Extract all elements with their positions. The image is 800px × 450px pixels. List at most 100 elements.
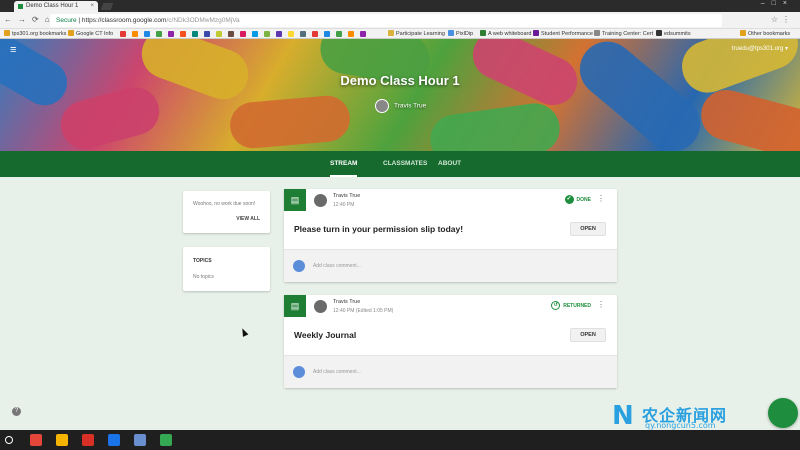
account-switcher[interactable]: truedu@tps301.org ▾ <box>732 45 788 52</box>
secure-label: Secure <box>56 17 77 24</box>
post-author: Travis True <box>333 193 361 199</box>
class-comment-field[interactable]: Add class comment... <box>284 249 617 282</box>
bookmark-favicon-icon <box>448 30 454 36</box>
tab-stream[interactable]: STREAM <box>330 151 358 177</box>
bookmark-favicon-icon[interactable] <box>120 31 126 37</box>
bookmark-item[interactable]: edsummits <box>656 30 691 38</box>
bookmark-item[interactable]: tps301.org bookmarks <box>4 30 66 38</box>
bookmark-favicon-icon[interactable] <box>240 31 246 37</box>
browser-tab-title: Demo Class Hour 1 <box>26 3 79 9</box>
bookmark-favicon-icon[interactable] <box>132 31 138 37</box>
open-button[interactable]: OPEN <box>570 328 606 342</box>
browser-tab[interactable]: Demo Class Hour 1 × <box>14 1 98 12</box>
comment-placeholder: Add class comment... <box>313 369 361 375</box>
tab-classmates[interactable]: CLASSMATES <box>383 151 427 177</box>
comment-placeholder: Add class comment... <box>313 263 361 269</box>
bookmark-item[interactable]: A web whiteboard <box>480 30 531 38</box>
topics-heading: TOPICS <box>193 258 212 264</box>
stream-post: ▤ Travis True 12:40 PM (Edited 1:05 PM) … <box>284 295 617 388</box>
cast-app-icon[interactable] <box>160 434 172 446</box>
photos-app-icon[interactable] <box>134 434 146 446</box>
hamburger-menu-icon[interactable]: ≡ <box>10 44 16 56</box>
mouse-cursor <box>239 327 249 337</box>
bookmark-favicon-icon[interactable] <box>360 31 366 37</box>
launcher-icon[interactable] <box>5 436 13 444</box>
bookmark-favicon-icon[interactable] <box>228 31 234 37</box>
bookmark-favicon-icon <box>388 30 394 36</box>
bookmark-item[interactable]: Other bookmarks <box>740 30 790 38</box>
more-options-icon[interactable]: ⋮ <box>597 300 605 309</box>
upcoming-message: Woohoo, no work due soon! <box>193 201 256 207</box>
bookmark-favicon-icon[interactable] <box>348 31 354 37</box>
bookmark-item[interactable]: Google CT Info <box>68 30 113 38</box>
view-all-link[interactable]: VIEW ALL <box>236 216 260 222</box>
more-options-icon[interactable]: ⋮ <box>597 194 605 203</box>
bookmark-favicon-icon[interactable] <box>288 31 294 37</box>
open-button[interactable]: OPEN <box>570 222 606 236</box>
bookmark-star-and-menu-icons[interactable]: ☆⋮ <box>771 15 794 24</box>
bookmark-favicon-icon[interactable] <box>300 31 306 37</box>
assignment-icon: ▤ <box>284 295 306 317</box>
teacher-chip: Travis True <box>375 99 426 114</box>
status-badge: ✓ DONE <box>564 195 591 204</box>
post-title[interactable]: Weekly Journal <box>294 330 356 340</box>
folder-icon <box>740 30 746 36</box>
bookmark-item[interactable]: Student Performance <box>533 30 593 38</box>
new-tab-button[interactable] <box>100 3 114 10</box>
bookmark-favicon-icon[interactable] <box>276 31 282 37</box>
check-circle-icon: ✓ <box>564 195 574 204</box>
bookmark-favicon-icon[interactable] <box>144 31 150 37</box>
upcoming-card: Woohoo, no work due soon! VIEW ALL <box>183 191 270 233</box>
bookmark-item[interactable]: Participate Learning <box>388 30 445 38</box>
class-tabs: STREAM CLASSMATES ABOUT <box>0 151 800 177</box>
banner-shade <box>0 39 800 151</box>
bookmark-favicon-icon[interactable] <box>336 31 342 37</box>
bookmark-favicon-icon[interactable] <box>192 31 198 37</box>
url-path: /c/NDk3ODMwMzg0MjVa <box>166 17 240 24</box>
post-time: 12:40 PM <box>333 202 355 208</box>
bookmark-favicon-icon[interactable] <box>312 31 318 37</box>
address-bar-row: ←→⟳⌂ Secure | https://classroom.google.c… <box>0 12 800 29</box>
classroom-favicon-icon <box>18 4 23 9</box>
browser-tab-bar: Demo Class Hour 1 × –□× <box>0 0 800 12</box>
status-badge: ↺ RETURNED <box>551 301 591 310</box>
help-icon[interactable]: ? <box>12 407 21 416</box>
bookmark-favicon-icon[interactable] <box>168 31 174 37</box>
bookmark-favicon-icon[interactable] <box>264 31 270 37</box>
chrome-app-icon[interactable] <box>30 434 42 446</box>
folder-icon <box>4 30 10 36</box>
navigation-buttons[interactable]: ←→⟳⌂ <box>4 15 56 24</box>
user-avatar <box>293 366 305 378</box>
bookmark-item[interactable]: PixlDip <box>448 30 473 38</box>
bookmark-favicon-icon[interactable] <box>252 31 258 37</box>
site-watermark: N 农企新闻网 qy.nongcun5.com <box>612 402 800 432</box>
post-title[interactable]: Please turn in your permission slip toda… <box>294 224 463 234</box>
bookmark-favicon-icon[interactable] <box>204 31 210 37</box>
class-banner: ≡ truedu@tps301.org ▾ Demo Class Hour 1 … <box>0 39 800 151</box>
folder-icon <box>68 30 74 36</box>
topics-card: TOPICS No topics <box>183 247 270 291</box>
stream-post: ▤ Travis True 12:40 PM ✓ DONE ⋮ Please tu… <box>284 189 617 282</box>
bookmark-favicon-icon[interactable] <box>324 31 330 37</box>
teacher-name: Travis True <box>394 102 427 110</box>
url-field[interactable]: Secure | https://classroom.google.com/c/… <box>50 14 722 27</box>
bookmark-favicon-icon[interactable] <box>156 31 162 37</box>
bookmark-item[interactable]: Training Center: Cert <box>594 30 653 38</box>
bookmark-favicon-icon[interactable] <box>180 31 186 37</box>
returned-icon: ↺ <box>551 301 561 310</box>
assignment-icon: ▤ <box>284 189 306 211</box>
close-tab-icon[interactable]: × <box>90 1 94 12</box>
post-time: 12:40 PM (Edited 1:05 PM) <box>333 308 394 314</box>
drive-app-icon[interactable] <box>56 434 68 446</box>
os-taskbar <box>0 430 800 450</box>
url-host: https://classroom.google.com <box>81 17 167 24</box>
class-title: Demo Class Hour 1 <box>340 73 460 88</box>
class-comment-field[interactable]: Add class comment... <box>284 355 617 388</box>
bookmark-favicon-icon[interactable] <box>216 31 222 37</box>
files-app-icon[interactable] <box>108 434 120 446</box>
tab-about[interactable]: ABOUT <box>438 151 461 177</box>
gmail-app-icon[interactable] <box>82 434 94 446</box>
bookmark-favicon-icon <box>656 30 662 36</box>
topics-empty-text: No topics <box>193 274 214 280</box>
window-controls[interactable]: –□× <box>761 0 794 7</box>
